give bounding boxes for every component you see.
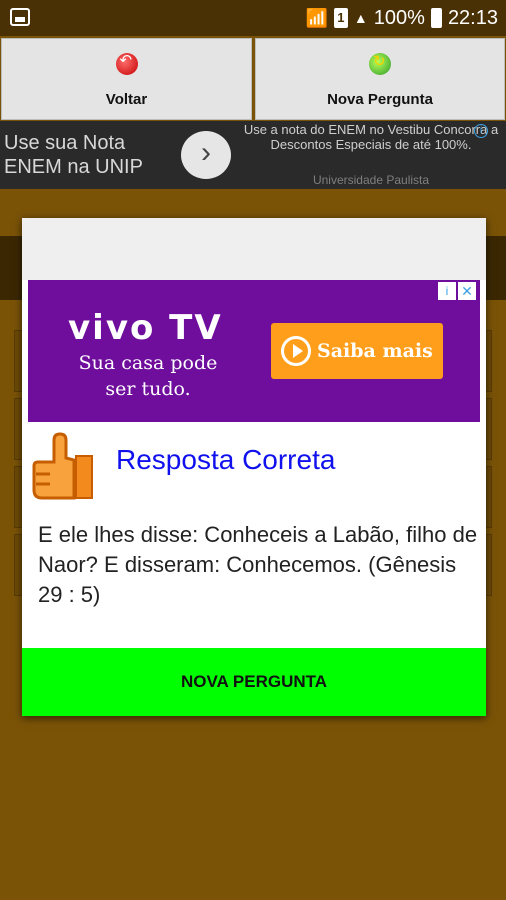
result-title: Resposta Correta xyxy=(116,444,336,475)
ad-brand: vivo TV xyxy=(68,308,223,348)
ad-info-icon[interactable]: i xyxy=(438,282,456,300)
back-icon xyxy=(115,51,138,75)
new-question-button[interactable]: Nova Pergunta xyxy=(255,38,505,120)
ad-info-icon[interactable]: i xyxy=(474,124,488,138)
new-question-action-button[interactable]: NOVA PERGUNTA xyxy=(22,648,486,716)
signal-icon: ▲ xyxy=(353,10,368,26)
play-icon xyxy=(281,336,311,366)
dialog-ad[interactable]: vivo TV Sua casa pode ser tudo. Saiba ma… xyxy=(28,280,480,422)
wifi-icon: 📶 xyxy=(305,7,328,28)
ad-tagline: Sua casa pode ser tudo. xyxy=(78,352,218,400)
banner-ad-source: Universidade Paulista xyxy=(312,173,430,187)
new-question-button-label: Nova Pergunta xyxy=(327,91,433,108)
back-button-label: Voltar xyxy=(105,91,148,108)
dialog-header xyxy=(22,218,486,280)
banner-ad-title: Use sua Nota ENEM na UNIP xyxy=(4,132,143,178)
sim-indicator: 1 xyxy=(333,8,348,28)
banner-ad[interactable]: Use sua Nota ENEM na UNIP › Use a nota d… xyxy=(0,121,506,189)
chevron-right-icon[interactable]: › xyxy=(181,131,231,179)
answer-dialog: vivo TV Sua casa pode ser tudo. Saiba ma… xyxy=(22,218,486,716)
battery-icon xyxy=(430,8,442,28)
status-icons: 📶 1 ▲ 100% 22:13 xyxy=(306,6,499,30)
status-bar: 📶 1 ▲ 100% 22:13 xyxy=(0,0,506,36)
ad-close-icon[interactable]: ✕ xyxy=(458,282,476,300)
refresh-icon xyxy=(369,52,391,75)
gallery-icon xyxy=(10,8,30,26)
clock: 22:13 xyxy=(447,6,498,29)
battery-percent: 100% xyxy=(373,6,425,29)
ad-cta-label: Saiba mais xyxy=(317,340,433,362)
answer-text: E ele lhes disse: Conheceis a Labão, fil… xyxy=(38,522,478,607)
ad-cta-button[interactable]: Saiba mais xyxy=(271,323,443,379)
thumbs-up-icon xyxy=(32,432,93,500)
banner-ad-text: Use a nota do ENEM no Vestibu Concorra a… xyxy=(243,122,499,152)
back-button[interactable]: Voltar xyxy=(1,38,252,120)
